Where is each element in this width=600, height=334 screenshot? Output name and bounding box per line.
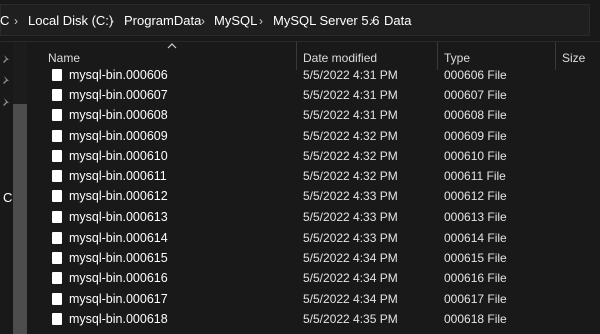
- file-icon: [52, 109, 62, 121]
- file-type: 000616 File: [444, 271, 507, 285]
- file-icon: [52, 272, 62, 284]
- address-bar[interactable]: C › Local Disk (C:) › ProgramData › MySQ…: [0, 0, 600, 40]
- file-date-modified: 5/5/2022 4:32 PM: [303, 129, 398, 143]
- file-row[interactable]: mysql-bin.000612 5/5/2022 4:33 PM 000612…: [28, 186, 600, 206]
- breadcrumb-data[interactable]: Data: [384, 13, 411, 29]
- column-header-date-modified[interactable]: Date modified: [303, 51, 377, 65]
- file-name: mysql-bin.000617: [69, 292, 168, 306]
- file-date-modified: 5/5/2022 4:31 PM: [303, 68, 398, 82]
- file-date-modified: 5/5/2022 4:31 PM: [303, 88, 398, 102]
- file-icon: [52, 313, 62, 325]
- file-type: 000608 File: [444, 108, 507, 122]
- file-row[interactable]: mysql-bin.000608 5/5/2022 4:31 PM 000608…: [28, 105, 600, 125]
- column-header-size[interactable]: Size: [562, 51, 585, 65]
- breadcrumb-separator-icon[interactable]: ›: [14, 13, 18, 29]
- nav-item-drive-c[interactable]: C: [3, 190, 12, 205]
- file-row[interactable]: mysql-bin.000606 5/5/2022 4:31 PM 000606…: [28, 65, 600, 85]
- file-icon: [52, 170, 62, 182]
- file-name: mysql-bin.000618: [69, 312, 168, 326]
- file-icon: [52, 190, 62, 202]
- breadcrumb-separator-icon[interactable]: ›: [201, 13, 205, 29]
- breadcrumb-mysql[interactable]: MySQL: [214, 13, 257, 29]
- breadcrumb-separator-icon[interactable]: ›: [110, 13, 114, 29]
- file-name: mysql-bin.000615: [69, 251, 168, 265]
- toolbar-divider: [0, 41, 600, 42]
- breadcrumb-separator-icon[interactable]: ›: [259, 13, 263, 29]
- file-row[interactable]: mysql-bin.000614 5/5/2022 4:33 PM 000614…: [28, 228, 600, 248]
- file-name: mysql-bin.000609: [69, 129, 168, 143]
- file-row[interactable]: mysql-bin.000609 5/5/2022 4:32 PM 000609…: [28, 126, 600, 146]
- pin-icon[interactable]: [1, 75, 11, 85]
- file-date-modified: 5/5/2022 4:33 PM: [303, 231, 398, 245]
- nav-scrollbar-thumb[interactable]: [13, 104, 27, 334]
- file-name: mysql-bin.000614: [69, 231, 168, 245]
- column-header-type[interactable]: Type: [444, 51, 470, 65]
- column-header-name[interactable]: Name: [48, 51, 80, 65]
- file-name: mysql-bin.000613: [69, 210, 168, 224]
- file-name: mysql-bin.000611: [69, 169, 167, 183]
- file-type: 000615 File: [444, 251, 507, 265]
- file-name: mysql-bin.000612: [69, 189, 168, 203]
- file-row[interactable]: mysql-bin.000613 5/5/2022 4:33 PM 000613…: [28, 207, 600, 227]
- file-type: 000614 File: [444, 231, 507, 245]
- file-icon: [52, 211, 62, 223]
- pin-icon[interactable]: [1, 97, 11, 107]
- file-type: 000612 File: [444, 189, 507, 203]
- file-type: 000611 File: [444, 169, 506, 183]
- file-date-modified: 5/5/2022 4:33 PM: [303, 210, 398, 224]
- file-type: 000606 File: [444, 68, 507, 82]
- file-row[interactable]: mysql-bin.000616 5/5/2022 4:34 PM 000616…: [28, 268, 600, 288]
- file-icon: [52, 293, 62, 305]
- file-name: mysql-bin.000616: [69, 271, 168, 285]
- file-type: 000613 File: [444, 210, 507, 224]
- file-icon: [52, 130, 62, 142]
- file-icon: [52, 69, 62, 81]
- file-explorer-window: C › Local Disk (C:) › ProgramData › MySQ…: [0, 0, 600, 334]
- file-date-modified: 5/5/2022 4:34 PM: [303, 271, 398, 285]
- file-name: mysql-bin.000610: [69, 149, 168, 163]
- file-icon: [52, 232, 62, 244]
- file-name: mysql-bin.000607: [69, 88, 168, 102]
- file-type: 000609 File: [444, 129, 507, 143]
- file-date-modified: 5/5/2022 4:31 PM: [303, 108, 398, 122]
- pin-icon[interactable]: [1, 54, 11, 64]
- breadcrumb-mysql-server[interactable]: MySQL Server 5.6: [273, 13, 379, 29]
- breadcrumb-programdata[interactable]: ProgramData: [124, 13, 201, 29]
- file-date-modified: 5/5/2022 4:34 PM: [303, 251, 398, 265]
- file-date-modified: 5/5/2022 4:33 PM: [303, 189, 398, 203]
- file-icon: [52, 252, 62, 264]
- sort-ascending-icon: [167, 43, 177, 49]
- file-date-modified: 5/5/2022 4:32 PM: [303, 149, 398, 163]
- file-row[interactable]: mysql-bin.000607 5/5/2022 4:31 PM 000607…: [28, 85, 600, 105]
- file-row[interactable]: mysql-bin.000610 5/5/2022 4:32 PM 000610…: [28, 146, 600, 166]
- file-type: 000617 File: [444, 292, 507, 306]
- file-row[interactable]: mysql-bin.000617 5/5/2022 4:34 PM 000617…: [28, 289, 600, 309]
- file-date-modified: 5/5/2022 4:32 PM: [303, 169, 398, 183]
- file-name: mysql-bin.000608: [69, 108, 168, 122]
- breadcrumb-local-disk[interactable]: Local Disk (C:): [28, 13, 113, 29]
- file-date-modified: 5/5/2022 4:34 PM: [303, 292, 398, 306]
- file-type: 000618 File: [444, 312, 507, 326]
- file-icon: [52, 89, 62, 101]
- file-type: 000610 File: [444, 149, 507, 163]
- file-row[interactable]: mysql-bin.000611 5/5/2022 4:32 PM 000611…: [28, 166, 600, 186]
- breadcrumb-separator-icon[interactable]: ›: [370, 13, 374, 29]
- file-icon: [52, 150, 62, 162]
- file-row[interactable]: mysql-bin.000618 5/5/2022 4:35 PM 000618…: [28, 309, 600, 329]
- file-row[interactable]: mysql-bin.000615 5/5/2022 4:34 PM 000615…: [28, 248, 600, 268]
- file-name: mysql-bin.000606: [69, 68, 168, 82]
- file-date-modified: 5/5/2022 4:35 PM: [303, 312, 398, 326]
- breadcrumb-c[interactable]: C: [0, 13, 9, 29]
- file-type: 000607 File: [444, 88, 507, 102]
